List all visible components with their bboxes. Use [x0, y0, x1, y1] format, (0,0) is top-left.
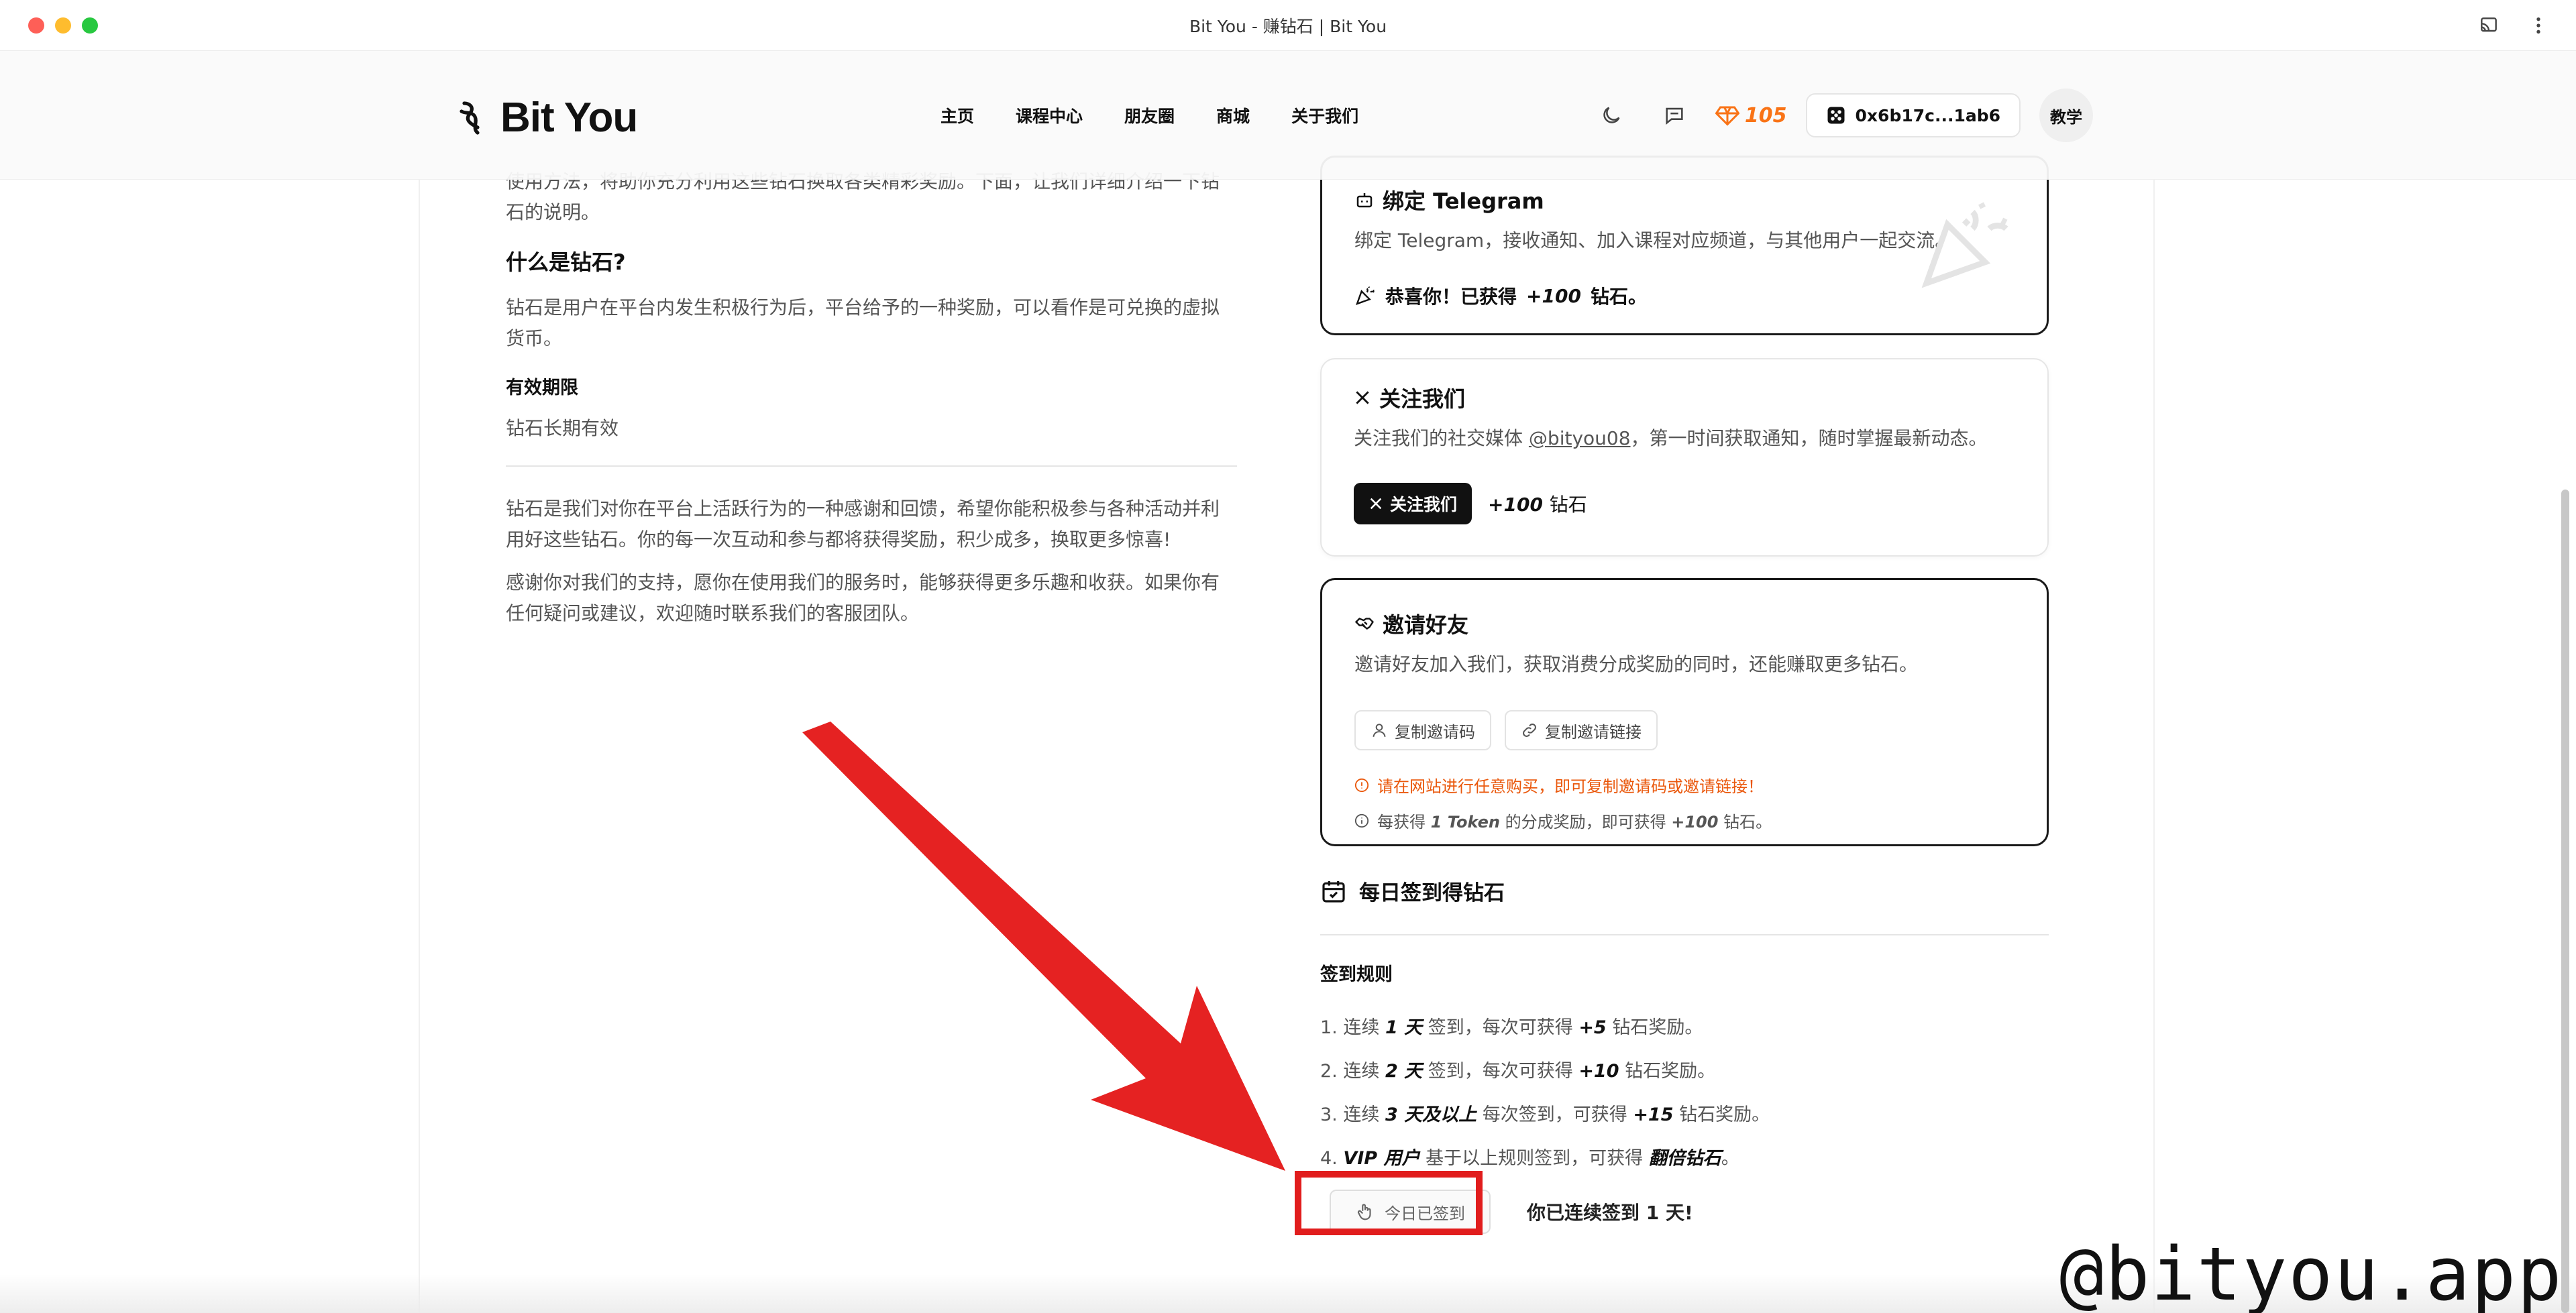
follow-card: 关注我们 关注我们的社交媒体 @bityou08，第一时间获取通知，随时掌握最新… [1320, 358, 2049, 557]
alert-circle-icon [1354, 778, 1369, 792]
wallet-icon [1827, 107, 1845, 124]
calendar-check-icon [1322, 880, 1345, 903]
party-decoration-icon [1921, 202, 2008, 288]
support-text: 感谢你对我们的支持，愿你在使用我们的服务时，能够获得更多乐趣和收获。如果你有任何… [506, 571, 1220, 624]
follow-us-button[interactable]: 关注我们 [1354, 483, 1472, 524]
moon-icon [1603, 107, 1620, 123]
red-arrow-annotation [802, 722, 1285, 1171]
logo-icon [460, 101, 480, 135]
logo-text: Bit You [500, 95, 638, 141]
validity-text: 钻石长期有效 [506, 417, 619, 439]
x-logo-icon [1370, 498, 1382, 510]
watermark-text: @bityou.app [2059, 1231, 2563, 1313]
info-circle-icon [1354, 813, 1369, 827]
rules-title: 签到规则 [1320, 964, 1393, 985]
diamond-info-column: 使用方法，将助你充分利用这些钻石换取各类精彩奖励。下面，让我们详细介绍一下钻石的… [506, 166, 1237, 636]
party-popper-icon [1356, 286, 1375, 305]
what-is-diamond-title: 什么是钻石? [506, 249, 626, 275]
x-logo-icon [1356, 391, 1369, 404]
diamond-count: 105 [1744, 103, 1787, 127]
handshake-icon [1354, 618, 1375, 630]
diamond-balance[interactable]: 105 [1715, 104, 1787, 127]
more-icon[interactable] [2528, 15, 2549, 36]
wallet-button[interactable]: 0x6b17c...1ab6 [1805, 93, 2021, 137]
nav-moments[interactable]: 朋友圈 [1124, 103, 1175, 127]
nav-about[interactable]: 关于我们 [1291, 103, 1358, 127]
twitter-handle-link[interactable]: @bityou08 [1529, 427, 1631, 449]
link-icon [1523, 724, 1536, 737]
daily-divider [1320, 934, 2049, 935]
validity-title: 有效期限 [506, 378, 578, 398]
page-scrollbar[interactable] [2561, 490, 2569, 1313]
rule-item: 4. VIP 用户 基于以上规则签到，可获得 翻倍钻石。 [1320, 1148, 1739, 1169]
copy-invite-code-button[interactable]: 复制邀请码 [1354, 710, 1491, 750]
wallet-address: 0x6b17c...1ab6 [1855, 105, 2000, 125]
follow-desc: 关注我们的社交媒体 @bityou08，第一时间获取通知，随时掌握最新动态。 [1354, 427, 1988, 449]
message-icon [1666, 107, 1683, 125]
nav-courses[interactable]: 课程中心 [1016, 103, 1083, 127]
invite-desc: 邀请好友加入我们，获取消费分成奖励的同时，还能赚取更多钻石。 [1354, 653, 1919, 675]
highlight-box-annotation [1295, 1171, 1483, 1235]
invite-card-title: 邀请好友 [1354, 608, 2015, 639]
rule-item: 1. 连续 1 天 签到，每次可获得 +5 钻石奖励。 [1320, 1017, 1703, 1038]
rule-item: 2. 连续 2 天 签到，每次可获得 +10 钻石奖励。 [1320, 1061, 1716, 1082]
header-actions: 105 0x6b17c...1ab6 教学 [1589, 89, 2093, 142]
daily-signin-title: 每日签到得钻石 [1320, 876, 2049, 906]
section-divider [506, 465, 1237, 467]
invite-warning: 请在网站进行任意购买，即可复制邀请码或邀请链接！ [1354, 773, 2015, 797]
messages-button[interactable] [1652, 93, 1697, 137]
rule-item: 3. 连续 3 天及以上 每次签到，可获得 +15 钻石奖励。 [1320, 1104, 1770, 1125]
window-title: Bit You - 赚钻石 | Bit You [1189, 17, 1387, 36]
follow-reward: 关注我们 +100 钻石 [1354, 483, 2015, 524]
nav-home[interactable]: 主页 [941, 103, 974, 127]
site-logo[interactable]: Bit You [456, 94, 638, 141]
content-border-right [2153, 180, 2155, 1313]
content-border-left [419, 180, 420, 1313]
diamond-icon [1715, 106, 1739, 126]
main-nav: 主页 课程中心 朋友圈 商城 关于我们 [941, 103, 1358, 127]
theme-toggle-button[interactable] [1589, 93, 1633, 137]
invite-info: 每获得 1 Token 的分成奖励，即可获得 +100 钻石。 [1354, 809, 2015, 832]
telegram-card: 绑定 Telegram 绑定 Telegram，接收通知、加入课程对应频道，与其… [1320, 156, 2049, 335]
bot-icon [1356, 193, 1373, 208]
window-titlebar: Bit You - 赚钻石 | Bit You [0, 0, 2576, 51]
tutorial-button[interactable]: 教学 [2039, 89, 2093, 142]
invite-card: 邀请好友 邀请好友加入我们，获取消费分成奖励的同时，还能赚取更多钻石。 复制邀请… [1320, 578, 2049, 846]
signin-streak: 你已连续签到 1 天! [1527, 1202, 1693, 1224]
site-header: Bit You 主页 课程中心 朋友圈 商城 关于我们 105 0x6b17c.… [0, 51, 2576, 180]
follow-card-title: 关注我们 [1354, 382, 2015, 413]
invite-actions: 复制邀请码 复制邀请链接 [1354, 710, 2015, 750]
nav-shop[interactable]: 商城 [1216, 103, 1250, 127]
what-is-diamond-text: 钻石是用户在平台内发生积极行为后，平台给予的一种奖励，可以看作是可兑换的虚拟货币… [506, 296, 1220, 349]
thanks-text: 钻石是我们对你在平台上活跃行为的一种感谢和回馈，希望你能积极参与各种活动并利用好… [506, 498, 1220, 551]
user-icon [1373, 724, 1386, 737]
copy-invite-link-button[interactable]: 复制邀请链接 [1505, 710, 1658, 750]
cast-icon[interactable] [2478, 15, 2500, 36]
